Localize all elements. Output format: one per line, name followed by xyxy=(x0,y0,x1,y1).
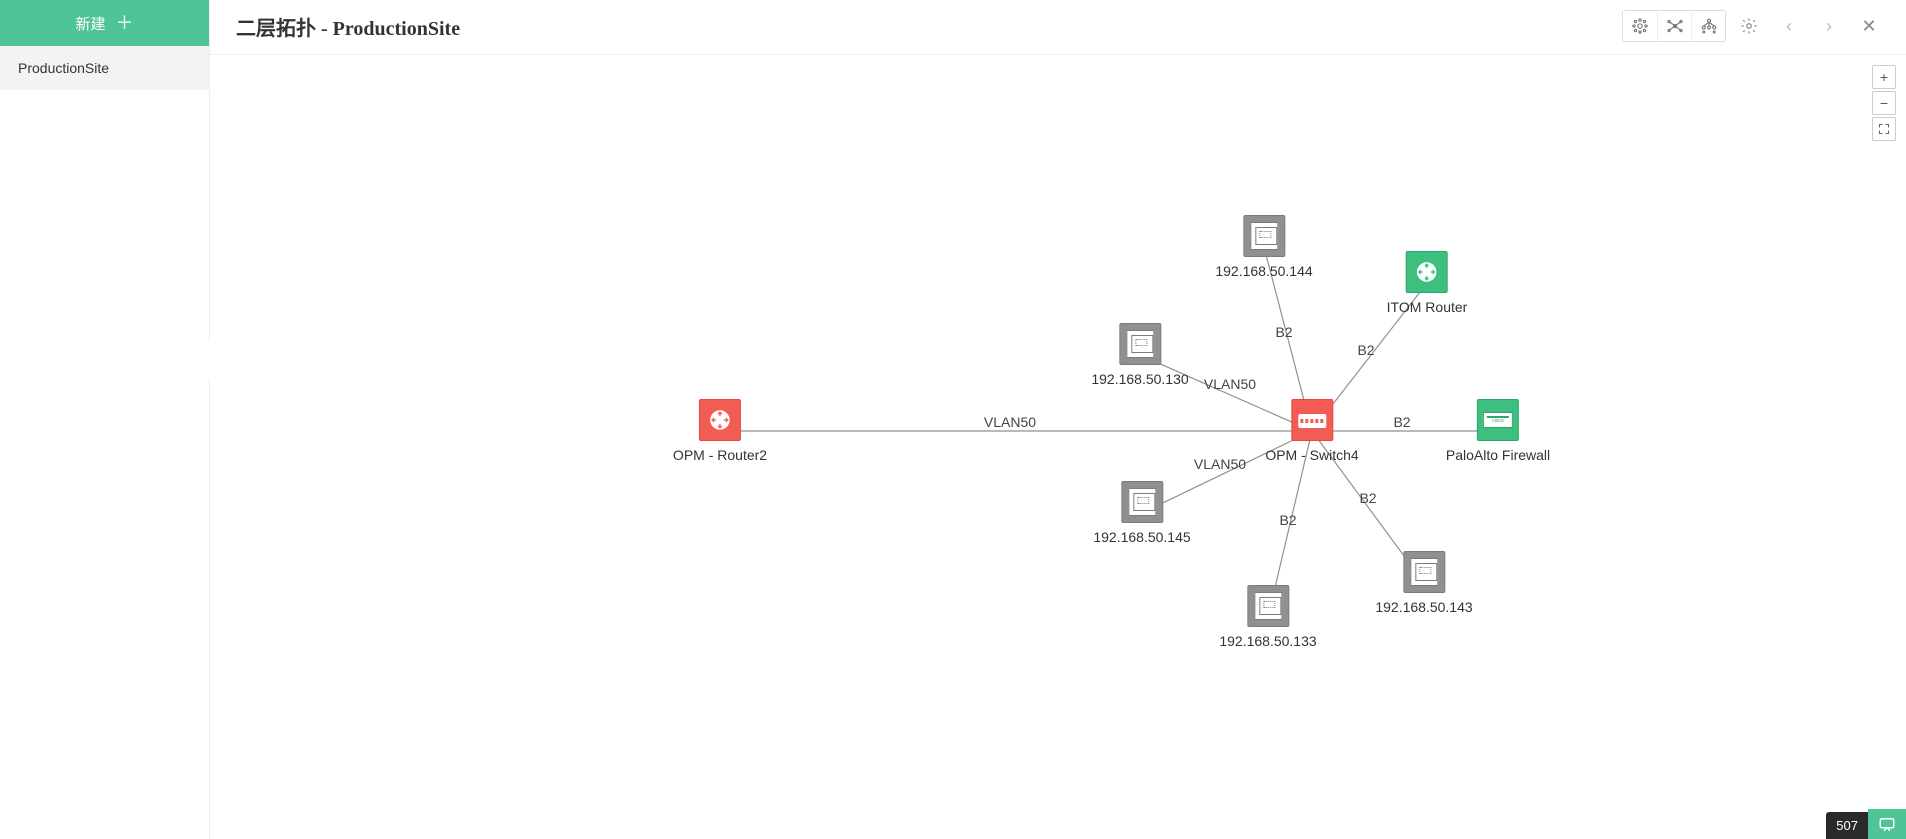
minus-icon: − xyxy=(1880,95,1888,111)
router-icon xyxy=(699,399,741,441)
fullscreen-icon xyxy=(1878,123,1890,135)
zoom-controls: + − xyxy=(1872,65,1896,141)
star-layout-icon xyxy=(1666,17,1684,35)
plus-icon: ＋ xyxy=(116,14,134,32)
sidebar: 新建 ＋ ProductionSite ‹ xyxy=(0,0,210,839)
count-badge[interactable]: 507 xyxy=(1826,812,1868,839)
node-label: PaloAlto Firewall xyxy=(1446,447,1550,463)
layout-star-button[interactable] xyxy=(1657,11,1691,41)
host-icon xyxy=(1121,481,1163,523)
topology-node[interactable]: 192.168.50.130 xyxy=(1091,323,1188,387)
toolbar: ‹ › ✕ xyxy=(1622,10,1886,42)
node-label: ITOM Router xyxy=(1387,299,1468,315)
prev-button[interactable]: ‹ xyxy=(1772,11,1806,41)
count-badge-value: 507 xyxy=(1836,818,1858,833)
sidebar-item-site[interactable]: ProductionSite xyxy=(0,46,209,90)
topology-node[interactable]: OPM - Switch4 xyxy=(1265,399,1358,463)
node-label: OPM - Switch4 xyxy=(1265,447,1358,463)
site-list: ProductionSite xyxy=(0,46,209,839)
topology-node[interactable]: cisco PaloAlto Firewall xyxy=(1446,399,1550,463)
page-title: 二层拓扑 - ProductionSite xyxy=(236,12,460,41)
close-icon: ✕ xyxy=(1861,16,1876,37)
new-button-label: 新建 xyxy=(75,13,105,34)
zoom-in-button[interactable]: + xyxy=(1872,65,1896,89)
main: 二层拓扑 - ProductionSite xyxy=(210,0,1906,839)
radial-layout-icon xyxy=(1631,17,1649,35)
layout-tree-button[interactable] xyxy=(1691,11,1725,41)
topology-node[interactable]: ITOM Router xyxy=(1387,251,1468,315)
node-label: 192.168.50.143 xyxy=(1375,599,1472,615)
switch-icon xyxy=(1291,399,1333,441)
node-label: 192.168.50.145 xyxy=(1093,529,1190,545)
firewall-icon: cisco xyxy=(1477,399,1519,441)
topology-node[interactable]: 192.168.50.133 xyxy=(1219,585,1316,649)
topology-node[interactable]: 192.168.50.143 xyxy=(1375,551,1472,615)
node-label: OPM - Router2 xyxy=(673,447,767,463)
chat-icon xyxy=(1878,815,1896,833)
new-button[interactable]: 新建 ＋ xyxy=(0,0,209,46)
topbar: 二层拓扑 - ProductionSite xyxy=(210,0,1906,55)
settings-button[interactable] xyxy=(1732,11,1766,41)
layout-tool-group xyxy=(1622,10,1726,42)
topology-node[interactable]: 192.168.50.145 xyxy=(1093,481,1190,545)
sidebar-item-label: ProductionSite xyxy=(18,60,109,76)
next-button[interactable]: › xyxy=(1812,11,1846,41)
host-icon xyxy=(1403,551,1445,593)
topology-canvas[interactable]: VLAN50VLAN50B2B2B2B2B2VLAN50 OPM - Route… xyxy=(210,55,1906,839)
node-label: 192.168.50.130 xyxy=(1091,371,1188,387)
plus-icon: + xyxy=(1880,69,1888,85)
chevron-right-icon: › xyxy=(1826,16,1832,37)
router-icon xyxy=(1406,251,1448,293)
host-icon xyxy=(1243,215,1285,257)
chevron-left-icon: ‹ xyxy=(1786,16,1792,37)
chat-widget-button[interactable] xyxy=(1868,809,1906,839)
fullscreen-button[interactable] xyxy=(1872,117,1896,141)
host-icon xyxy=(1247,585,1289,627)
host-icon xyxy=(1119,323,1161,365)
topology-node[interactable]: OPM - Router2 xyxy=(673,399,767,463)
layout-radial-button[interactable] xyxy=(1623,11,1657,41)
topology-node[interactable]: 192.168.50.144 xyxy=(1215,215,1312,279)
tree-layout-icon xyxy=(1700,17,1718,35)
bottom-right-widgets: 507 xyxy=(1826,809,1906,839)
gear-icon xyxy=(1740,17,1758,35)
close-button[interactable]: ✕ xyxy=(1852,11,1886,41)
zoom-out-button[interactable]: − xyxy=(1872,91,1896,115)
node-label: 192.168.50.144 xyxy=(1215,263,1312,279)
node-label: 192.168.50.133 xyxy=(1219,633,1316,649)
